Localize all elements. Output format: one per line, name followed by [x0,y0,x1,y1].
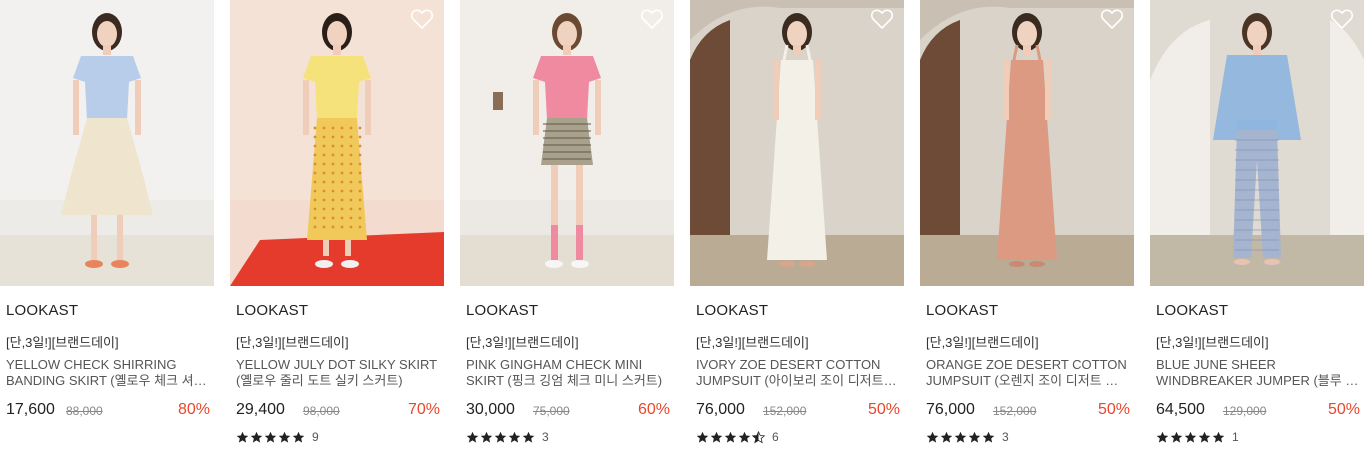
star-icon [1184,431,1197,443]
heart-outline-icon[interactable] [1330,8,1354,30]
promo-tag: [단,3일!][브랜드데이] [236,335,349,350]
rating-stars: 3 [926,430,1009,444]
star-icon [696,431,709,443]
product-image[interactable] [230,0,444,286]
promo-tag: [단,3일!][브랜드데이] [6,335,119,350]
star-icon [480,431,493,443]
product-image[interactable] [0,0,214,286]
star-icon [250,431,263,443]
product-thumbnail[interactable] [1150,0,1364,286]
heart-outline-icon[interactable] [870,8,894,30]
review-count: 3 [1002,430,1009,444]
star-icon [954,431,967,443]
product-card[interactable]: LOOKAST [단,3일!][브랜드데이] YELLOW JULY DOT SIL… [230,0,444,475]
review-count: 9 [312,430,319,444]
product-card[interactable]: LOOKAST [단,3일!][브랜드데이] YELLOW CHECK SHIRRI… [0,0,214,475]
star-icon [968,431,981,443]
brand-name[interactable]: LOOKAST [236,302,308,319]
star-icon [1198,431,1211,443]
sale-price: 30,000 [466,401,515,418]
promo-tag: [단,3일!][브랜드데이] [466,335,579,350]
brand-name[interactable]: LOOKAST [6,302,78,319]
sale-price: 29,400 [236,401,285,418]
product-name[interactable]: PINK GINGHAM CHECK MINI SKIRT (핑크 깅엄 체크 … [466,357,670,389]
rating-stars: 6 [696,430,779,444]
discount-rate: 80% [177,401,210,418]
brand-name[interactable]: LOOKAST [696,302,768,319]
star-icon [508,431,521,443]
original-price: 98,000 [303,404,340,418]
rating-stars: 3 [466,430,549,444]
product-image[interactable] [460,0,674,286]
discount-rate: 60% [637,401,670,418]
star-icon [494,431,507,443]
original-price: 88,000 [66,404,103,418]
brand-name[interactable]: LOOKAST [926,302,998,319]
discount-rate: 50% [1097,401,1130,418]
rating-stars: 9 [236,430,319,444]
original-price: 152,000 [993,404,1037,418]
sale-price: 64,500 [1156,401,1205,418]
product-thumbnail[interactable] [460,0,674,286]
review-count: 3 [542,430,549,444]
star-icon [940,431,953,443]
brand-name[interactable]: LOOKAST [466,302,538,319]
review-count: 6 [772,430,779,444]
star-icon [1156,431,1169,443]
star-icon [724,431,737,443]
product-grid: LOOKAST [단,3일!][브랜드데이] YELLOW CHECK SHIRRI… [0,0,1367,475]
heart-outline-icon[interactable] [1100,8,1124,30]
product-image[interactable] [920,0,1134,286]
star-icon [522,431,535,443]
heart-outline-icon[interactable] [640,8,664,30]
rating-stars: 1 [1156,430,1239,444]
sale-price: 76,000 [696,401,745,418]
sale-price: 76,000 [926,401,975,418]
star-icon [278,431,291,443]
star-icon [710,431,723,443]
review-count: 1 [1232,430,1239,444]
product-thumbnail[interactable] [920,0,1134,286]
product-name[interactable]: ORANGE ZOE DESERT COTTON JUMPSUIT (오렌지 조… [926,357,1130,389]
star-icon [982,431,995,443]
discount-rate: 50% [867,401,900,418]
original-price: 152,000 [763,404,807,418]
promo-tag: [단,3일!][브랜드데이] [1156,335,1269,350]
heart-outline-icon[interactable] [410,8,434,30]
promo-tag: [단,3일!][브랜드데이] [696,335,809,350]
product-card[interactable]: LOOKAST [단,3일!][브랜드데이] BLUE JUNE SHEER WIN… [1150,0,1364,475]
star-icon [926,431,939,443]
star-icon [466,431,479,443]
discount-rate: 50% [1327,401,1360,418]
promo-tag: [단,3일!][브랜드데이] [926,335,1039,350]
star-icon [236,431,249,443]
product-name[interactable]: BLUE JUNE SHEER WINDBREAKER JUMPER (블루 준… [1156,357,1360,389]
product-thumbnail[interactable] [230,0,444,286]
product-thumbnail[interactable] [0,0,214,286]
discount-rate: 70% [407,401,440,418]
product-card[interactable]: LOOKAST [단,3일!][브랜드데이] IVORY ZOE DESERT CO… [690,0,904,475]
product-image[interactable] [690,0,904,286]
product-name[interactable]: IVORY ZOE DESERT COTTON JUMPSUIT (아이보리 조… [696,357,900,389]
product-image[interactable] [1150,0,1364,286]
product-name[interactable]: YELLOW CHECK SHIRRING BANDING SKIRT (옐로우… [6,357,210,389]
product-name[interactable]: YELLOW JULY DOT SILKY SKIRT (옐로우 줄리 도트 실… [236,357,440,389]
star-icon [292,431,305,443]
star-icon [1212,431,1225,443]
brand-name[interactable]: LOOKAST [1156,302,1228,319]
product-card[interactable]: LOOKAST [단,3일!][브랜드데이] PINK GINGHAM CHECK … [460,0,674,475]
star-icon [1170,431,1183,443]
product-card[interactable]: LOOKAST [단,3일!][브랜드데이] ORANGE ZOE DESERT C… [920,0,1134,475]
product-thumbnail[interactable] [690,0,904,286]
original-price: 75,000 [533,404,570,418]
star-icon [738,431,751,443]
original-price: 129,000 [1223,404,1267,418]
star-icon [752,430,765,443]
sale-price: 17,600 [6,401,55,418]
star-icon [264,431,277,443]
